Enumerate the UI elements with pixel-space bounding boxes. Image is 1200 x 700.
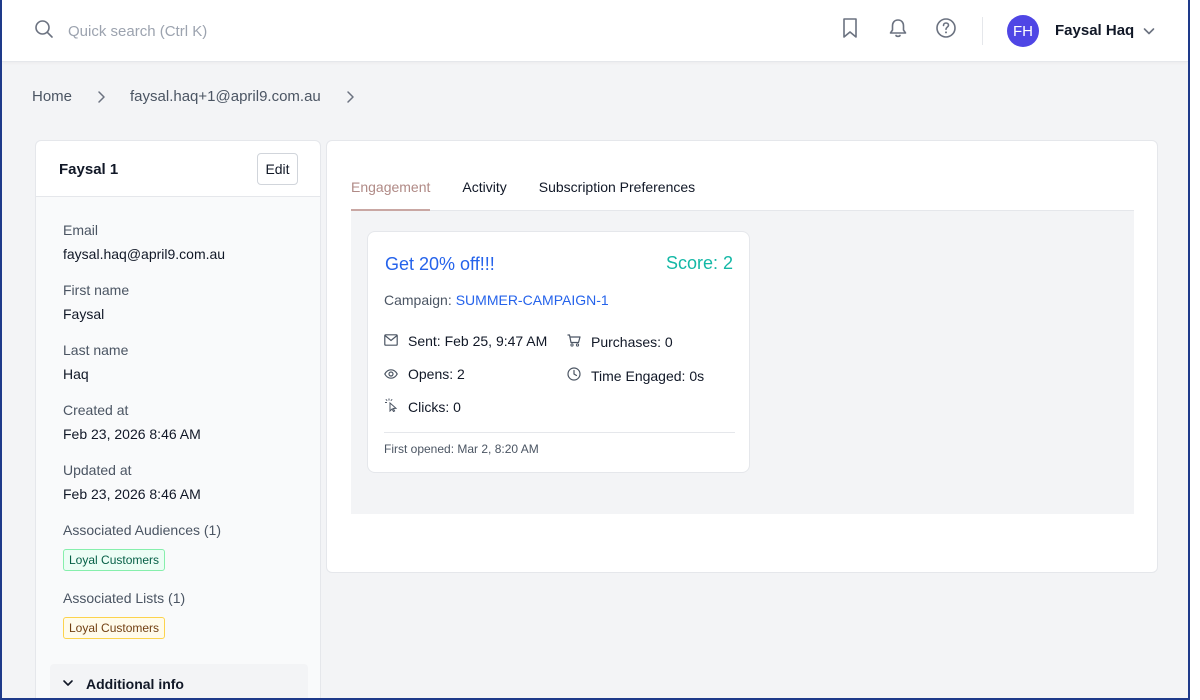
bookmark-icon: [840, 17, 860, 44]
contact-details-panel: Faysal 1 Edit Email faysal.haq@april9.co…: [35, 140, 321, 700]
purchases-stat: Purchases: 0: [567, 334, 673, 350]
last-name-label: Last name: [63, 342, 129, 358]
first-name-field: First name Faysal: [63, 281, 320, 323]
sent-stat: Sent: Feb 25, 9:47 AM: [384, 333, 547, 349]
user-name[interactable]: Faysal Haq: [1055, 22, 1134, 39]
bell-icon: [887, 17, 909, 44]
header-divider: [982, 17, 983, 45]
purchases-value: Purchases: 0: [591, 334, 673, 350]
lists-label: Associated Lists (1): [63, 590, 186, 606]
first-name-value: Faysal: [63, 306, 105, 322]
help-icon: [935, 17, 957, 44]
email-value: faysal.haq@april9.com.au: [63, 246, 226, 262]
email-subject-title[interactable]: Get 20% off!!!: [385, 254, 495, 275]
email-label: Email: [63, 222, 99, 238]
chevron-right-icon: [343, 90, 357, 104]
updated-at-value: Feb 23, 2026 8:46 AM: [63, 486, 201, 502]
card-divider: [384, 432, 735, 433]
updated-at-label: Updated at: [63, 462, 132, 478]
first-opened-text: First opened: Mar 2, 8:20 AM: [384, 442, 539, 456]
breadcrumb-contact[interactable]: faysal.haq+1@april9.com.au: [130, 88, 321, 105]
help-button[interactable]: [934, 17, 958, 44]
search-icon: [34, 19, 54, 44]
chevron-right-icon: [94, 90, 108, 104]
engagement-panel: Engagement Activity Subscription Prefere…: [326, 140, 1158, 573]
tab-bar: Engagement Activity Subscription Prefere…: [351, 169, 1134, 211]
campaign-label: Campaign:: [384, 292, 452, 308]
created-at-value: Feb 23, 2026 8:46 AM: [63, 426, 201, 442]
search-input[interactable]: [68, 23, 368, 40]
updated-at-field: Updated at Feb 23, 2026 8:46 AM: [63, 461, 320, 503]
contact-fields: Email faysal.haq@april9.com.au First nam…: [36, 197, 320, 700]
campaign-line: Campaign: SUMMER-CAMPAIGN-1: [384, 292, 609, 308]
tab-subscription-preferences[interactable]: Subscription Preferences: [539, 169, 695, 211]
last-name-value: Haq: [63, 366, 89, 382]
campaign-link[interactable]: SUMMER-CAMPAIGN-1: [456, 292, 609, 308]
additional-info-toggle[interactable]: Additional info: [50, 664, 308, 700]
clock-icon: [567, 367, 581, 384]
first-name-label: First name: [63, 282, 130, 298]
lists-field: Associated Lists (1) Loyal Customers: [63, 589, 320, 639]
time-engaged-stat: Time Engaged: 0s: [567, 367, 704, 384]
shopping-cart-icon: [567, 334, 581, 350]
audiences-field: Associated Audiences (1) Loyal Customers: [63, 521, 320, 571]
additional-info-label: Additional info: [86, 676, 184, 692]
engagement-score: Score: 2: [665, 253, 733, 273]
sent-value: Sent: Feb 25, 9:47 AM: [408, 333, 548, 349]
contact-panel-header: Faysal 1 Edit: [36, 141, 320, 197]
mail-icon: [384, 333, 398, 349]
time-engaged-value: Time Engaged: 0s: [591, 367, 705, 384]
user-menu-chevron-down-icon[interactable]: [1142, 24, 1156, 43]
audience-tag[interactable]: Loyal Customers: [63, 549, 166, 571]
breadcrumb-home[interactable]: Home: [32, 88, 72, 105]
chevron-down-icon: [62, 676, 74, 692]
tab-activity[interactable]: Activity: [462, 169, 506, 211]
edit-button[interactable]: Edit: [257, 153, 298, 185]
window-right-border: [1188, 0, 1200, 700]
bookmark-button[interactable]: [838, 17, 862, 44]
clicks-value: Clicks: 0: [408, 398, 461, 415]
list-tag[interactable]: Loyal Customers: [63, 617, 166, 639]
clicks-stat: Clicks: 0: [384, 398, 461, 415]
email-field: Email faysal.haq@april9.com.au: [63, 221, 320, 263]
window-left-border: [0, 0, 2, 700]
created-at-label: Created at: [63, 402, 129, 418]
quick-search[interactable]: [34, 19, 368, 44]
eye-icon: [384, 366, 398, 382]
engagement-content: Get 20% off!!! Score: 2 Campaign: SUMMER-…: [351, 211, 1134, 514]
breadcrumb: Home faysal.haq+1@april9.com.au: [32, 88, 379, 105]
notifications-button[interactable]: [886, 18, 910, 42]
cursor-click-icon: [384, 398, 398, 415]
audiences-label: Associated Audiences (1): [63, 522, 221, 538]
avatar[interactable]: FH: [1007, 15, 1039, 47]
top-bar: FH Faysal Haq: [2, 0, 1188, 62]
campaign-engagement-card: Get 20% off!!! Score: 2 Campaign: SUMMER-…: [367, 231, 750, 473]
opens-stat: Opens: 2: [384, 366, 465, 382]
contact-name-title: Faysal 1: [59, 161, 119, 178]
last-name-field: Last name Haq: [63, 341, 320, 383]
created-at-field: Created at Feb 23, 2026 8:46 AM: [63, 401, 320, 443]
tab-engagement[interactable]: Engagement: [351, 169, 431, 211]
opens-value: Opens: 2: [408, 366, 465, 382]
